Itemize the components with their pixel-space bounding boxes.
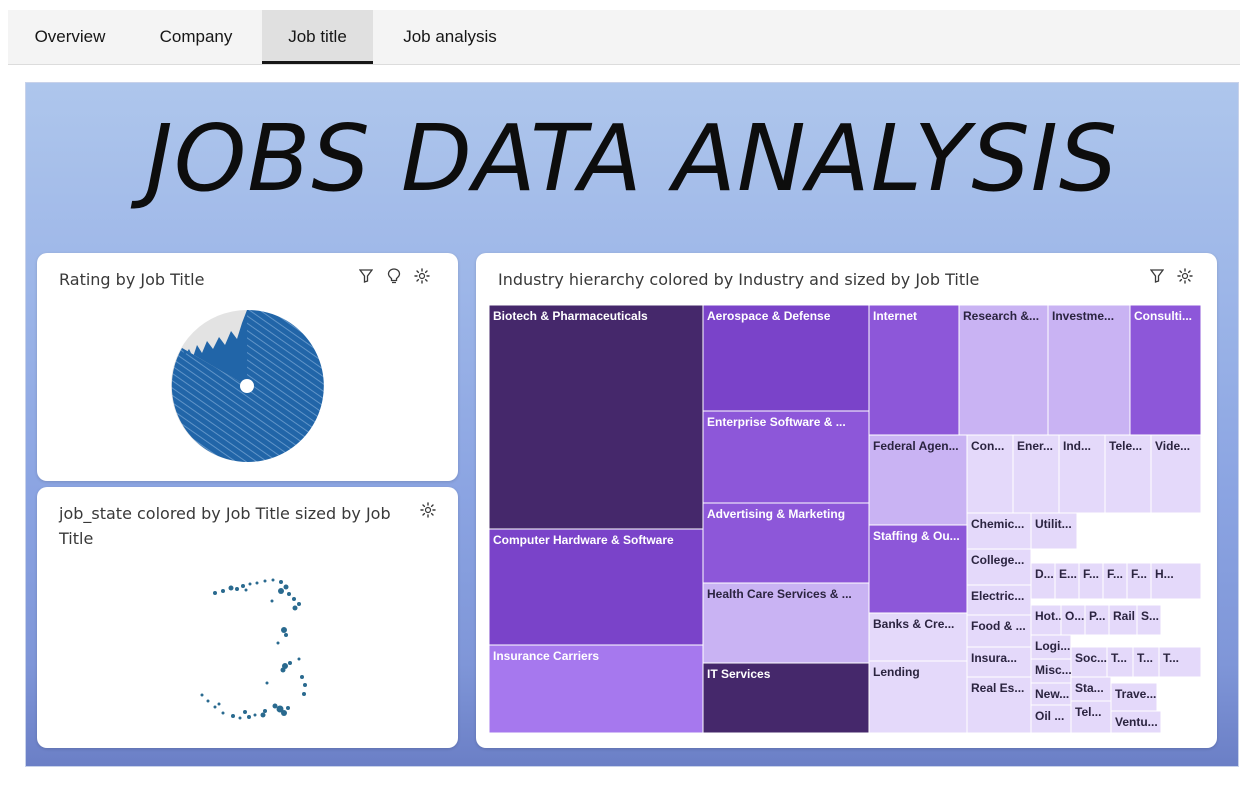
treemap-tile-label: Computer Hardware & Software	[493, 533, 674, 547]
dashboard-title: JOBS DATA ANALYSIS	[145, 105, 1119, 212]
treemap-tile-label: Sta...	[1075, 681, 1104, 695]
treemap-tile-label: Banks & Cre...	[873, 617, 954, 631]
treemap-tile-label: O...	[1065, 609, 1084, 623]
treemap-tile[interactable]	[868, 304, 960, 436]
treemap-tile-label: P...	[1089, 609, 1105, 623]
treemap-tile-label: S...	[1141, 609, 1159, 623]
treemap-tile-label: Ventu...	[1115, 715, 1158, 729]
treemap-tile-label: Biotech & Pharmaceuticals	[493, 309, 648, 323]
tab-bar: Overview Company Job title Job analysis	[8, 10, 1240, 65]
treemap-tile-label: Chemic...	[971, 517, 1024, 531]
treemap-tile[interactable]	[488, 304, 704, 530]
treemap-tile-label: Oil ...	[1035, 709, 1064, 723]
treemap-tile-label: Federal Agen...	[873, 439, 959, 453]
treemap-tile-label: Utilit...	[1035, 517, 1072, 531]
treemap-tile-label: Logi...	[1035, 639, 1070, 653]
treemap-tile[interactable]	[1129, 304, 1202, 436]
treemap-tile-label: Lending	[873, 665, 920, 679]
industry-card[interactable]: Industry hierarchy colored by Industry a…	[476, 253, 1217, 748]
treemap-tile-label: Vide...	[1155, 439, 1190, 453]
treemap-tile-label: Health Care Services & ...	[707, 587, 852, 601]
tab-job-title[interactable]: Job title	[262, 10, 373, 64]
treemap-tile[interactable]	[958, 304, 1049, 436]
treemap-tile-label: Ener...	[1017, 439, 1053, 453]
treemap-tile-label: Rail	[1113, 609, 1135, 623]
treemap-tile-label: Soc...	[1075, 651, 1107, 665]
treemap-tile-label: Consulti...	[1134, 309, 1192, 323]
rating-card[interactable]: Rating by Job Title	[37, 253, 458, 481]
treemap-tile-label: Aerospace & Defense	[707, 309, 831, 323]
industry-treemap[interactable]: Biotech & Pharmaceuticals Computer Hardwa…	[476, 253, 1217, 748]
treemap-tile-label: T...	[1163, 651, 1179, 665]
treemap-tile-label: Tel...	[1075, 705, 1101, 719]
treemap-tile-label: Ind...	[1063, 439, 1091, 453]
treemap-tile-label: Research &...	[963, 309, 1039, 323]
scatter-points	[200, 578, 307, 720]
treemap-tile-label: Internet	[873, 309, 917, 323]
treemap-tile-label: Advertising & Marketing	[707, 507, 845, 521]
treemap-tile-label: College...	[971, 553, 1024, 567]
treemap-tile-label: T...	[1137, 651, 1153, 665]
dashboard-canvas: JOBS DATA ANALYSIS Rating by Job Title j…	[25, 82, 1239, 767]
pie-center-hole	[240, 379, 254, 393]
job-state-card[interactable]: job_state colored by Job Title sized by …	[37, 487, 458, 748]
treemap-tile-label: E...	[1059, 567, 1077, 581]
job-state-scatter-plot[interactable]	[37, 487, 458, 748]
treemap-tile-label: Real Es...	[971, 681, 1024, 695]
treemap-tile-label: D...	[1035, 567, 1054, 581]
treemap-tile-label: H...	[1155, 567, 1174, 581]
treemap-tile-label: F...	[1131, 567, 1147, 581]
treemap-tile-label: F...	[1083, 567, 1099, 581]
treemap-tile-label: Insura...	[971, 651, 1017, 665]
treemap-tile-label: New...	[1035, 687, 1069, 701]
treemap-tile-label: Staffing & Ou...	[873, 529, 960, 543]
treemap-tile-label: Electric...	[971, 589, 1024, 603]
treemap-tile-label: Insurance Carriers	[493, 649, 599, 663]
treemap-tile-label: T...	[1111, 651, 1127, 665]
treemap-tile-label: Trave...	[1115, 687, 1156, 701]
tab-job-analysis[interactable]: Job analysis	[382, 10, 518, 64]
treemap-tile-label: IT Services	[707, 667, 771, 681]
treemap-tile-label: Food & ...	[971, 619, 1026, 633]
treemap-tile-label: Enterprise Software & ...	[707, 415, 846, 429]
treemap-tile-label: Misc...	[1035, 663, 1072, 677]
tab-company[interactable]: Company	[141, 10, 251, 64]
treemap-tile-label: Tele...	[1109, 439, 1142, 453]
treemap-tile-label: Investme...	[1052, 309, 1114, 323]
rating-radial-chart[interactable]	[37, 253, 458, 481]
treemap-tile[interactable]	[1047, 304, 1131, 436]
treemap-tile-label: Con...	[971, 439, 1004, 453]
tab-overview[interactable]: Overview	[16, 10, 124, 64]
treemap-tile-label: F...	[1107, 567, 1123, 581]
